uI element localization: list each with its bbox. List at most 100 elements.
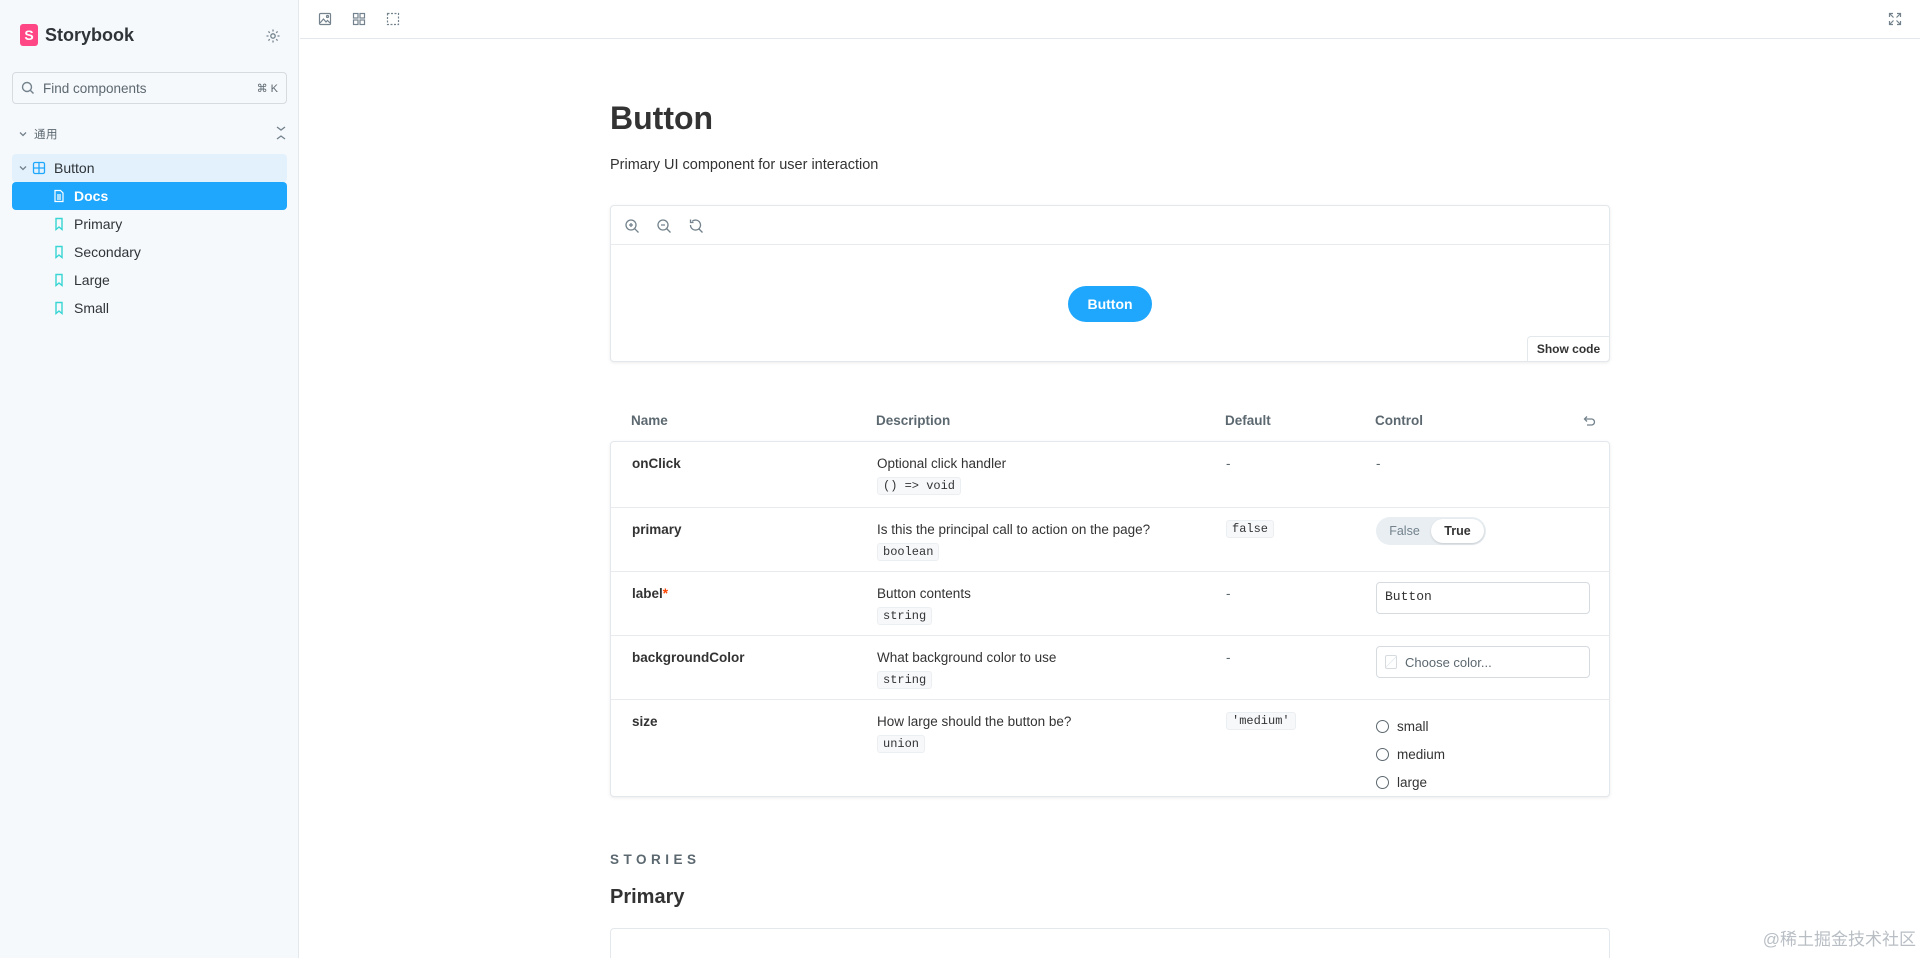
size-radio-group: small medium large — [1376, 712, 1445, 796]
label-text-control[interactable]: Button — [1376, 582, 1590, 614]
table-row: onClick Optional click handler () => voi… — [611, 442, 1609, 507]
search-box[interactable]: ⌘ K — [12, 72, 287, 104]
arg-name: onClick — [632, 456, 681, 471]
arg-default: - — [1226, 650, 1231, 665]
sidebar-item-label: Docs — [74, 188, 109, 204]
arg-type: boolean — [877, 543, 940, 561]
arg-description: Is this the principal call to action on … — [877, 522, 1151, 537]
radio-option-medium[interactable]: medium — [1376, 740, 1445, 768]
story-title: Primary — [610, 886, 685, 908]
bookmark-icon — [55, 217, 63, 231]
sidebar-group-header[interactable]: 通用 — [18, 126, 288, 142]
document-icon — [54, 189, 64, 203]
sidebar: S Storybook ⌘ K 通用 Button Docs Pri — [0, 0, 299, 958]
sidebar-group-label: 通用 — [34, 129, 58, 141]
sidebar-item-label: Primary — [74, 216, 123, 232]
arg-name: label* — [632, 586, 668, 601]
sidebar-tree: Button Docs Primary Secondary Large Smal… — [12, 154, 287, 322]
settings-gear-icon[interactable] — [263, 26, 283, 46]
sidebar-item-label: Small — [74, 300, 110, 316]
radio-label: medium — [1397, 746, 1446, 762]
radio-button[interactable] — [1376, 775, 1389, 789]
radio-option-small[interactable]: small — [1376, 712, 1445, 740]
zoom-in-icon[interactable] — [624, 218, 640, 234]
arg-type: () => void — [877, 477, 962, 495]
arg-default: 'medium' — [1226, 712, 1296, 730]
page-title: Button — [610, 100, 714, 136]
column-header-name: Name — [631, 413, 668, 428]
radio-button[interactable] — [1376, 719, 1389, 733]
fullscreen-icon[interactable] — [1886, 10, 1904, 28]
chevron-down-icon — [19, 166, 27, 171]
component-icon — [32, 161, 46, 175]
canvas-toolbar — [611, 206, 1609, 245]
radio-label: small — [1397, 718, 1429, 734]
sidebar-item-label: Large — [74, 272, 110, 288]
sidebar-item-primary[interactable]: Primary — [12, 210, 287, 238]
arg-name: size — [632, 714, 658, 729]
radio-label: large — [1397, 774, 1428, 790]
arg-default: - — [1226, 586, 1231, 601]
table-row: label* Button contents string - Button — [611, 571, 1609, 635]
arg-name-text: label — [632, 586, 663, 601]
zoom-reset-icon[interactable] — [688, 218, 704, 234]
toggle-option-false[interactable]: False — [1378, 519, 1431, 543]
bookmark-icon — [55, 273, 63, 287]
bookmark-icon — [55, 301, 63, 315]
search-input[interactable] — [43, 80, 257, 96]
sidebar-item-large[interactable]: Large — [12, 266, 287, 294]
radio-option-large[interactable]: large — [1376, 768, 1445, 796]
color-input[interactable] — [1405, 654, 1581, 670]
search-shortcut: ⌘ K — [256, 82, 278, 95]
image-icon[interactable] — [316, 10, 334, 28]
column-header-control: Control — [1375, 413, 1423, 428]
story-canvas — [610, 928, 1610, 958]
arg-description: Optional click handler — [877, 456, 1007, 471]
brand-name: Storybook — [45, 24, 135, 45]
arg-name: backgroundColor — [632, 650, 745, 665]
brand[interactable]: S Storybook — [20, 24, 134, 46]
reset-controls-icon[interactable] — [1581, 413, 1597, 429]
color-swatch-icon[interactable] — [1385, 655, 1397, 669]
top-toolbar — [300, 0, 1920, 39]
sidebar-item-secondary[interactable]: Secondary — [12, 238, 287, 266]
boolean-toggle[interactable]: False True — [1376, 517, 1486, 545]
preview-button[interactable]: Button — [1068, 286, 1152, 322]
stories-heading: STORIES — [610, 852, 701, 867]
bookmark-icon — [55, 245, 63, 259]
collapse-all-icon[interactable] — [274, 124, 288, 142]
sidebar-item-label: Button — [54, 160, 95, 176]
column-header-description: Description — [876, 413, 951, 428]
radio-button[interactable] — [1376, 747, 1389, 761]
arg-control: - — [1376, 456, 1381, 471]
sidebar-item-docs[interactable]: Docs — [12, 182, 287, 210]
color-control[interactable] — [1376, 646, 1590, 678]
args-table: Name Description Default Control onClick… — [610, 403, 1610, 797]
arg-type: union — [877, 735, 926, 753]
zoom-out-icon[interactable] — [656, 218, 672, 234]
args-table-body: onClick Optional click handler () => voi… — [610, 441, 1610, 797]
sidebar-item-label: Secondary — [74, 244, 141, 260]
column-header-default: Default — [1225, 413, 1271, 428]
watermark: @稀土掘金技术社区 — [1762, 930, 1916, 949]
outline-icon[interactable] — [384, 10, 402, 28]
toggle-option-true[interactable]: True — [1431, 519, 1484, 543]
arg-name: primary — [632, 522, 682, 537]
table-row: size How large should the button be? uni… — [611, 699, 1609, 796]
table-row: backgroundColor What background color to… — [611, 635, 1609, 699]
args-table-header: Name Description Default Control — [610, 403, 1610, 441]
arg-description: What background color to use — [877, 650, 1057, 665]
chevron-down-icon — [19, 132, 27, 137]
sidebar-item-button-component[interactable]: Button — [12, 154, 287, 182]
table-row: primary Is this the principal call to ac… — [611, 507, 1609, 571]
grid-icon[interactable] — [350, 10, 368, 28]
page-subtitle: Primary UI component for user interactio… — [610, 157, 879, 173]
search-icon — [21, 81, 34, 94]
sidebar-item-small[interactable]: Small — [12, 294, 287, 322]
arg-type: string — [877, 607, 933, 625]
arg-description: Button contents — [877, 586, 971, 601]
story-preview-canvas: Button Show code — [610, 205, 1610, 362]
show-code-button[interactable]: Show code — [1527, 336, 1610, 362]
arg-default: false — [1226, 520, 1275, 538]
required-mark: * — [662, 586, 669, 601]
